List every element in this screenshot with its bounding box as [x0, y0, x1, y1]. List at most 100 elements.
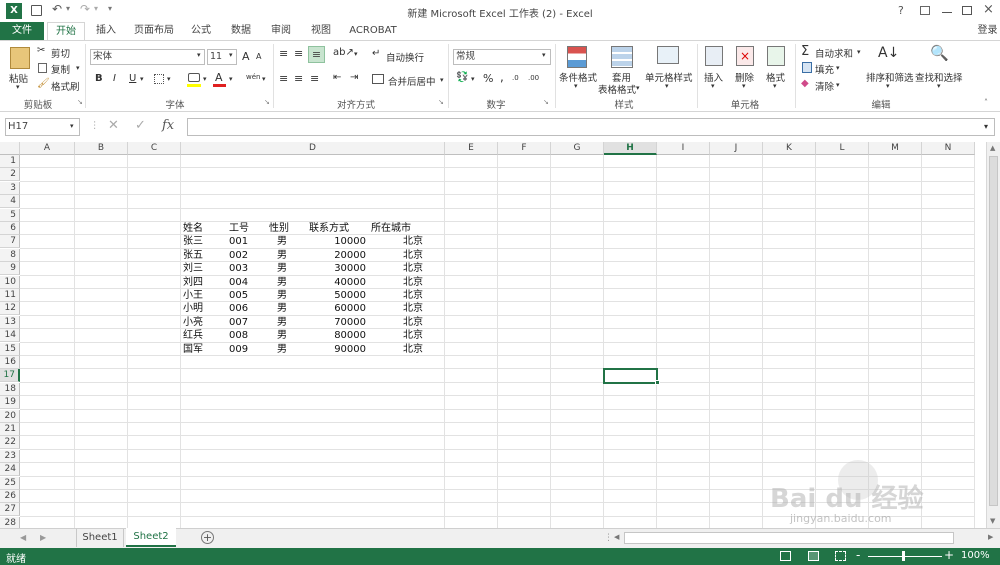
copy-icon[interactable]: [38, 63, 47, 73]
row-header-2[interactable]: 2: [0, 168, 20, 182]
formula-input[interactable]: [187, 118, 995, 136]
shrink-font-button[interactable]: A: [256, 52, 261, 61]
maximize-icon[interactable]: [962, 6, 972, 15]
table-cell[interactable]: 北京: [403, 235, 423, 248]
row-header-18[interactable]: 18: [0, 382, 20, 396]
number-launcher-icon[interactable]: ↘: [543, 98, 549, 106]
table-cell[interactable]: 90000: [334, 343, 366, 356]
table-cell[interactable]: 北京: [403, 302, 423, 315]
table-cell[interactable]: 刘三: [183, 262, 203, 275]
row-header-24[interactable]: 24: [0, 463, 20, 477]
expand-formula-bar-icon[interactable]: ▾: [984, 122, 988, 131]
font-launcher-icon[interactable]: ↘: [264, 98, 270, 106]
minimize-icon[interactable]: [942, 12, 952, 13]
tab-formulas[interactable]: 公式: [186, 22, 216, 40]
table-cell[interactable]: 30000: [334, 262, 366, 275]
column-header-m[interactable]: M: [869, 142, 922, 155]
column-header-b[interactable]: B: [75, 142, 128, 155]
find-dropdown-icon[interactable]: ▾: [937, 82, 941, 90]
autosum-dropdown-icon[interactable]: ▾: [857, 48, 861, 56]
tab-home[interactable]: 开始: [47, 22, 85, 41]
table-cell[interactable]: 80000: [334, 329, 366, 342]
next-sheet-icon[interactable]: ▶: [40, 533, 46, 542]
format-painter-button[interactable]: 格式刷: [51, 79, 80, 93]
cancel-entry-icon[interactable]: ✕: [108, 118, 119, 133]
table-cell[interactable]: 北京: [403, 249, 423, 262]
table-cell[interactable]: 男: [277, 276, 287, 289]
table-cell[interactable]: 002: [229, 249, 248, 262]
sort-filter-icon[interactable]: A↓: [878, 45, 899, 61]
table-cell[interactable]: 刘四: [183, 276, 203, 289]
column-header-d[interactable]: D: [181, 142, 445, 155]
row-header-5[interactable]: 5: [0, 208, 20, 222]
comma-button[interactable]: ,: [500, 70, 504, 84]
sort-dropdown-icon[interactable]: ▾: [886, 82, 890, 90]
login-link[interactable]: 登录: [975, 22, 1000, 40]
zoom-level[interactable]: 100%: [961, 550, 990, 561]
fill-handle[interactable]: [655, 379, 660, 385]
table-header-cell[interactable]: 联系方式: [309, 222, 349, 235]
table-cell[interactable]: 男: [277, 235, 287, 248]
table-cell[interactable]: 男: [277, 343, 287, 356]
tab-page-layout[interactable]: 页面布局: [130, 22, 178, 40]
table-cell[interactable]: 20000: [334, 249, 366, 262]
table-cell[interactable]: 男: [277, 249, 287, 262]
add-sheet-icon[interactable]: +: [201, 531, 214, 544]
table-cell[interactable]: 男: [277, 262, 287, 275]
merge-center-icon[interactable]: [372, 74, 384, 84]
table-cell[interactable]: 张三: [183, 235, 203, 248]
table-cell[interactable]: 男: [277, 289, 287, 302]
orientation-icon[interactable]: ab↗: [333, 47, 354, 58]
percent-button[interactable]: %: [483, 72, 493, 85]
conditional-format-icon[interactable]: [567, 46, 587, 68]
table-cell[interactable]: 009: [229, 343, 248, 356]
currency-icon[interactable]: 💱: [456, 72, 468, 83]
format-as-table-label-2[interactable]: 表格格式: [598, 82, 636, 96]
row-header-20[interactable]: 20: [0, 409, 20, 423]
table-cell[interactable]: 男: [277, 302, 287, 315]
table-cell[interactable]: 50000: [334, 289, 366, 302]
paste-icon[interactable]: [10, 47, 30, 69]
middle-align-icon[interactable]: ≡: [294, 47, 303, 60]
row-header-19[interactable]: 19: [0, 396, 20, 410]
hscroll-right-icon[interactable]: ▶: [988, 533, 993, 541]
copy-button[interactable]: 复制: [51, 62, 70, 76]
conditional-format-dropdown-icon[interactable]: ▾: [574, 82, 578, 90]
table-cell[interactable]: 003: [229, 262, 248, 275]
grow-font-button[interactable]: A: [242, 50, 250, 63]
scroll-thumb[interactable]: [989, 156, 998, 506]
table-cell[interactable]: 10000: [334, 235, 366, 248]
insert-dropdown-icon[interactable]: ▾: [711, 82, 715, 90]
column-header-f[interactable]: F: [498, 142, 551, 155]
table-header-cell[interactable]: 性别: [269, 222, 289, 235]
ribbon-display-icon[interactable]: [920, 6, 930, 15]
format-as-table-dropdown-icon[interactable]: ▾: [636, 84, 640, 92]
row-header-22[interactable]: 22: [0, 436, 20, 450]
conditional-format-button[interactable]: 条件格式: [559, 70, 597, 84]
align-center-icon[interactable]: ≡: [294, 72, 303, 85]
row-header-27[interactable]: 27: [0, 503, 20, 517]
select-all-corner[interactable]: [0, 142, 20, 155]
insert-function-button[interactable]: fx: [162, 118, 174, 133]
clear-icon[interactable]: ◆: [801, 78, 809, 89]
selected-cell-h17[interactable]: [603, 368, 658, 384]
table-cell[interactable]: 张五: [183, 249, 203, 262]
row-header-13[interactable]: 13: [0, 315, 20, 329]
table-cell[interactable]: 北京: [403, 343, 423, 356]
row-header-16[interactable]: 16: [0, 356, 20, 369]
tab-data[interactable]: 数据: [226, 22, 256, 40]
row-header-14[interactable]: 14: [0, 329, 20, 343]
table-cell[interactable]: 北京: [403, 276, 423, 289]
row-header-10[interactable]: 10: [0, 275, 20, 289]
scroll-up-icon[interactable]: ▲: [990, 144, 995, 152]
cut-button[interactable]: 剪切: [51, 46, 70, 60]
table-cell[interactable]: 005: [229, 289, 248, 302]
clipboard-launcher-icon[interactable]: ↘: [77, 98, 83, 106]
confirm-entry-icon[interactable]: ✓: [135, 118, 146, 133]
format-as-table-icon[interactable]: [611, 46, 633, 68]
zoom-out-button[interactable]: -: [856, 548, 860, 562]
delete-dropdown-icon[interactable]: ▾: [742, 82, 746, 90]
split-grip-icon[interactable]: ⋮: [604, 533, 613, 543]
cell-styles-icon[interactable]: [657, 46, 679, 64]
row-header-23[interactable]: 23: [0, 449, 20, 463]
